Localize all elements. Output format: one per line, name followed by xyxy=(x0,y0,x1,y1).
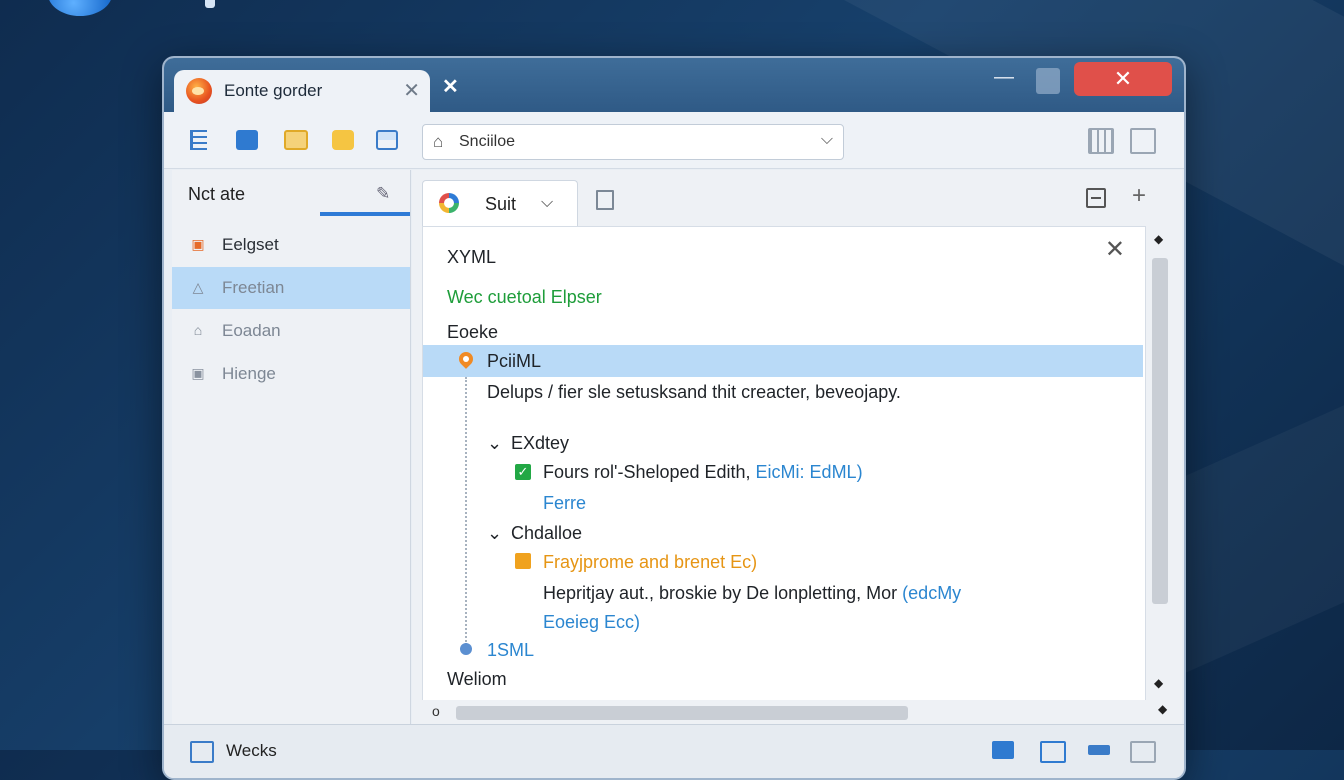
chevron-down-icon[interactable]: ⌄ xyxy=(487,523,502,544)
status-label: Wecks xyxy=(226,741,277,760)
plus-icon[interactable]: + xyxy=(1132,182,1146,210)
maximize-button[interactable] xyxy=(1036,68,1060,94)
tab-close-icon[interactable]: ✕ xyxy=(403,78,420,103)
home-icon[interactable]: ⌂ xyxy=(433,132,443,152)
doc-line: Delups / fier sle setusksand thit creact… xyxy=(487,382,901,402)
tree-node-label[interactable]: Chdalloe xyxy=(511,523,582,544)
content-tab[interactable]: Suit ⌵ xyxy=(422,180,578,227)
checkbox-checked-icon[interactable]: ✓ xyxy=(515,464,531,480)
scroll-thumb[interactable] xyxy=(1152,258,1168,604)
desktop-logo-icon xyxy=(48,0,112,16)
sidebar-item-hienge[interactable]: ▣ Hienge xyxy=(172,353,410,395)
status-bar: Wecks xyxy=(164,724,1184,778)
app-logo-icon xyxy=(186,78,212,104)
horizontal-scrollbar[interactable]: o ◆ xyxy=(422,700,1172,724)
browser-logo-icon xyxy=(439,193,459,213)
title-bar: Eonte gorder ✕ ✕ — ✕ xyxy=(164,58,1184,112)
triangle-icon: △ xyxy=(192,279,204,295)
close-button[interactable]: ✕ xyxy=(1074,62,1172,96)
document-view: ✕ XYML Wec cuetoal Elpser Eoeke PciiML D… xyxy=(422,226,1146,702)
scroll-up-icon[interactable]: ◆ xyxy=(1154,232,1163,246)
doc-text: Hepritjay aut., broskie by De lonplettin… xyxy=(543,583,903,603)
chevron-down-icon[interactable]: ⌵ xyxy=(821,131,833,149)
home-icon: ⌂ xyxy=(193,322,203,338)
tree-node-dot-icon xyxy=(460,643,472,655)
chevron-down-icon[interactable]: ⌄ xyxy=(487,433,502,454)
content-pane: Suit ⌵ + ✕ XYML Wec cuetoal Elpser Eoeke… xyxy=(412,170,1182,770)
doc-link[interactable]: Eoeieg Ecc) xyxy=(543,612,640,633)
doc-link[interactable]: EicMi: EdML) xyxy=(756,462,863,482)
chat-icon[interactable] xyxy=(1088,745,1110,755)
scroll-thumb[interactable] xyxy=(456,706,908,720)
doc-line: Frayjprome and brenet Ec) xyxy=(543,552,758,572)
sidebar-item-label: Eoadan xyxy=(222,321,281,340)
folder-yellow-icon[interactable] xyxy=(332,130,354,150)
content-tab-label: Suit xyxy=(485,194,517,214)
layout-icon[interactable] xyxy=(1088,128,1114,154)
tree-connector xyxy=(465,377,467,645)
scroll-left-icon[interactable]: o xyxy=(432,703,440,719)
doc-link[interactable]: Ferre xyxy=(543,493,586,514)
doc-line: Eoeke xyxy=(447,322,499,342)
sidebar-underline xyxy=(320,212,410,216)
image-icon: ▣ xyxy=(191,236,205,252)
doc-link[interactable]: (edcMy xyxy=(902,583,961,603)
new-tab-close-icon[interactable]: ✕ xyxy=(442,74,459,99)
sidebar-item-eoadan[interactable]: ⌂ Eoadan xyxy=(172,310,410,352)
window-icon[interactable] xyxy=(1130,128,1156,154)
grid-icon[interactable] xyxy=(284,130,308,150)
browser-tab[interactable]: Eonte gorder ✕ xyxy=(174,70,430,112)
doc-line: Hepritjay aut., broskie by De lonplettin… xyxy=(543,583,961,604)
sidebar-title: Nct ate xyxy=(188,184,246,204)
document-icon[interactable] xyxy=(596,190,614,210)
settings-window-icon[interactable] xyxy=(1130,741,1156,763)
folder-icon[interactable] xyxy=(236,130,258,150)
toolbar: ⌂ Snciiloe ⌵ xyxy=(164,112,1184,169)
sidebar-item-label: Freetian xyxy=(222,278,285,297)
desktop-top-label xyxy=(205,0,215,8)
edit-box-icon[interactable] xyxy=(190,741,214,763)
doc-link[interactable]: 1SML xyxy=(487,640,534,661)
panel-icon[interactable] xyxy=(992,741,1014,759)
vertical-scrollbar[interactable]: ◆ ◆ xyxy=(1148,226,1172,700)
tree-node-label[interactable]: EXdtey xyxy=(511,433,569,454)
scroll-right-icon[interactable]: ◆ xyxy=(1158,702,1167,716)
doc-line: XYML xyxy=(447,247,497,267)
checkbox-warning-icon[interactable] xyxy=(515,553,531,569)
sidebar-item-freetian[interactable]: △ Freetian xyxy=(172,267,410,309)
tab-title: Eonte gorder xyxy=(224,81,323,100)
list-icon[interactable] xyxy=(190,130,207,150)
chevron-down-icon[interactable]: ⌵ xyxy=(541,194,553,212)
app-window: Eonte gorder ✕ ✕ — ✕ ⌂ Snciiloe ⌵ Nct at… xyxy=(162,56,1186,780)
address-bar[interactable]: ⌂ Snciiloe ⌵ xyxy=(422,124,844,160)
sidebar: Nct ate ✎ ▣ Eelgset △ Freetian ⌂ Eoadan … xyxy=(172,170,411,770)
sidebar-item-label: Eelgset xyxy=(222,235,279,254)
inbox-icon[interactable] xyxy=(376,130,398,150)
sidebar-header: Nct ate ✎ xyxy=(172,170,410,216)
sidebar-item-label: Hienge xyxy=(222,364,276,383)
collapse-icon[interactable] xyxy=(1086,188,1106,208)
doc-line: Weliom xyxy=(447,669,507,689)
close-icon[interactable]: ✕ xyxy=(1105,235,1125,264)
sidebar-item-eelgset[interactable]: ▣ Eelgset xyxy=(172,224,410,266)
doc-line-selected[interactable]: PciiML xyxy=(487,351,541,372)
doc-line: Fours rol'-Sheloped Edith, EicMi: EdML) xyxy=(543,462,863,483)
edit-icon[interactable]: ✎ xyxy=(376,184,390,204)
address-text: Snciiloe xyxy=(459,133,516,150)
minimize-button[interactable]: — xyxy=(992,66,1016,92)
scroll-down-icon[interactable]: ◆ xyxy=(1154,676,1163,690)
box-icon: ▣ xyxy=(191,365,205,381)
doc-text: Fours rol'-Sheloped Edith, xyxy=(543,462,756,482)
split-view-icon[interactable] xyxy=(1040,741,1066,763)
doc-line: Wec cuetoal Elpser xyxy=(447,287,602,307)
